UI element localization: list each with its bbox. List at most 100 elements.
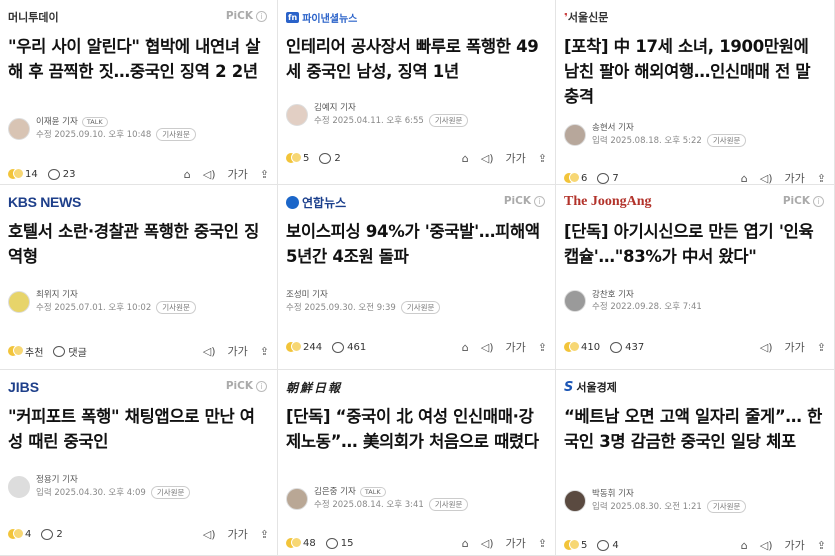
press-logo[interactable]: 연합뉴스 <box>286 193 346 211</box>
original-article-button[interactable]: 기사원문 <box>706 500 747 513</box>
font-size-icon[interactable]: 가가 <box>228 526 248 542</box>
press-logo[interactable]: KBS NEWS <box>8 193 81 211</box>
headline[interactable]: [단독] “중국이 北 여성 인신매매·강제노동”… 美의회가 처음으로 때렸다 <box>286 404 547 454</box>
press-logo[interactable]: S 서울경제 <box>564 378 617 396</box>
news-card[interactable]: The JoongAng PiCK i [단독] 아기시신으로 만든 엽기 '인육… <box>556 185 835 370</box>
font-size-icon[interactable]: 가가 <box>785 537 805 553</box>
headline[interactable]: "우리 사이 알린다" 협박에 내연녀 살해 후 끔찍한 짓…중국인 징역 2 … <box>8 34 269 84</box>
reporter-name[interactable]: 김예지 기자 <box>314 103 356 113</box>
speaker-icon[interactable]: ◁) <box>203 528 216 541</box>
summary-bot-icon[interactable]: ⌂ <box>462 152 469 165</box>
original-article-button[interactable]: 기사원문 <box>706 134 747 147</box>
reaction-button[interactable]: 4 <box>8 528 31 540</box>
comment-button[interactable]: 7 <box>597 172 619 184</box>
share-icon[interactable]: ⇪ <box>260 168 269 181</box>
font-size-icon[interactable]: 가가 <box>506 150 526 166</box>
press-logo[interactable]: ❜ 서울신문 <box>564 8 608 26</box>
speaker-icon[interactable]: ◁) <box>760 172 773 185</box>
original-article-button[interactable]: 기사원문 <box>428 114 469 127</box>
press-logo[interactable]: JIBS <box>8 378 39 396</box>
news-card[interactable]: 연합뉴스 PiCK i 보이스피싱 94%가 '중국발'…피해액 5년간 4조원 … <box>278 185 556 370</box>
headline[interactable]: 호텔서 소란·경찰관 폭행한 중국인 징역형 <box>8 219 269 269</box>
talk-badge[interactable]: TALK <box>359 487 386 497</box>
share-icon[interactable]: ⇪ <box>538 341 547 354</box>
speaker-icon[interactable]: ◁) <box>481 152 494 165</box>
reaction-button[interactable]: 14 <box>8 168 38 180</box>
speaker-icon[interactable]: ◁) <box>760 539 773 552</box>
font-size-icon[interactable]: 가가 <box>506 535 526 551</box>
headline[interactable]: 인테리어 공사장서 빠루로 폭행한 49세 중국인 남성, 징역 1년 <box>286 34 547 84</box>
original-article-button[interactable]: 기사원문 <box>400 301 441 314</box>
info-icon[interactable]: i <box>256 10 267 22</box>
share-icon[interactable]: ⇪ <box>817 172 826 185</box>
share-icon[interactable]: ⇪ <box>817 341 826 354</box>
news-card[interactable]: JIBS PiCK i "커피포트 폭행" 채팅앱으로 만난 여성 때린 중국인 … <box>0 370 278 556</box>
talk-badge[interactable]: TALK <box>81 117 108 127</box>
reporter-name[interactable]: 조성미 기자 <box>286 290 328 300</box>
reaction-button[interactable]: 244 <box>286 341 322 353</box>
press-logo[interactable]: fn 파이낸셜뉴스 <box>286 8 357 26</box>
reporter-name[interactable]: 강찬호 기자 <box>592 290 634 300</box>
share-icon[interactable]: ⇪ <box>538 152 547 165</box>
info-icon[interactable]: i <box>813 195 824 207</box>
original-article-button[interactable]: 기사원문 <box>150 486 191 499</box>
original-article-button[interactable]: 기사원문 <box>156 301 196 314</box>
comment-button[interactable]: 댓글 <box>53 344 87 359</box>
comment-button[interactable]: 15 <box>325 537 353 549</box>
speaker-icon[interactable]: ◁) <box>203 345 216 358</box>
summary-bot-icon[interactable]: ⌂ <box>741 539 748 552</box>
headline[interactable]: [단독] 아기시신으로 만든 엽기 '인육캡슐'…"83%가 中서 왔다" <box>564 219 826 269</box>
comment-button[interactable]: 437 <box>610 341 644 353</box>
summary-bot-icon[interactable]: ⌂ <box>462 537 469 550</box>
share-icon[interactable]: ⇪ <box>260 528 269 541</box>
reaction-button[interactable]: 410 <box>564 341 600 353</box>
press-logo[interactable]: The JoongAng <box>564 193 652 211</box>
font-size-icon[interactable]: 가가 <box>785 339 805 355</box>
comment-button[interactable]: 4 <box>597 539 619 551</box>
reaction-button[interactable]: 6 <box>564 172 587 184</box>
headline[interactable]: [포착] 中 17세 소녀, 1900만원에 남친 팔아 해외여행…인신매매 전… <box>564 34 826 109</box>
comment-button[interactable]: 461 <box>332 341 366 353</box>
summary-bot-icon[interactable]: ⌂ <box>741 172 748 185</box>
speaker-icon[interactable]: ◁) <box>760 341 773 354</box>
press-logo[interactable]: 머니투데이 <box>8 8 59 26</box>
reporter-name[interactable]: 이재윤 기자 <box>36 117 78 127</box>
headline[interactable]: "커피포트 폭행" 채팅앱으로 만난 여성 때린 중국인 <box>8 404 269 454</box>
headline[interactable]: 보이스피싱 94%가 '중국발'…피해액 5년간 4조원 돌파 <box>286 219 547 269</box>
font-size-icon[interactable]: 가가 <box>228 343 248 359</box>
headline[interactable]: “베트남 오면 고액 일자리 줄게”… 한국인 3명 감금한 중국인 일당 체포 <box>564 404 826 454</box>
original-article-button[interactable]: 기사원문 <box>428 498 469 511</box>
font-size-icon[interactable]: 가가 <box>785 170 805 184</box>
news-card[interactable]: 머니투데이 PiCK i "우리 사이 알린다" 협박에 내연녀 살해 후 끔찍한… <box>0 0 278 185</box>
press-logo[interactable]: 朝鮮日報 <box>286 378 342 396</box>
font-size-icon[interactable]: 가가 <box>228 166 248 182</box>
share-icon[interactable]: ⇪ <box>260 345 269 358</box>
reaction-button[interactable]: 5 <box>564 539 587 551</box>
summary-bot-icon[interactable]: ⌂ <box>462 341 469 354</box>
speaker-icon[interactable]: ◁) <box>203 168 216 181</box>
speaker-icon[interactable]: ◁) <box>481 537 494 550</box>
news-card[interactable]: fn 파이낸셜뉴스 인테리어 공사장서 빠루로 폭행한 49세 중국인 남성, 징… <box>278 0 556 185</box>
reaction-button[interactable]: 5 <box>286 152 309 164</box>
share-icon[interactable]: ⇪ <box>817 539 826 552</box>
news-card[interactable]: KBS NEWS 호텔서 소란·경찰관 폭행한 중국인 징역형 최위지 기자 수… <box>0 185 278 370</box>
comment-button[interactable]: 23 <box>47 168 75 180</box>
recommend-button[interactable]: 추천 <box>8 344 43 359</box>
share-icon[interactable]: ⇪ <box>538 537 547 550</box>
news-card[interactable]: 朝鮮日報 [단독] “중국이 北 여성 인신매매·강제노동”… 美의회가 처음으… <box>278 370 556 556</box>
reaction-button[interactable]: 48 <box>286 537 316 549</box>
news-card[interactable]: ❜ 서울신문 [포착] 中 17세 소녀, 1900만원에 남친 팔아 해외여행…… <box>556 0 835 185</box>
news-card[interactable]: S 서울경제 “베트남 오면 고액 일자리 줄게”… 한국인 3명 감금한 중국인… <box>556 370 835 556</box>
reporter-name[interactable]: 정용기 기자 <box>36 475 78 485</box>
reporter-name[interactable]: 김은중 기자 <box>314 487 356 497</box>
speaker-icon[interactable]: ◁) <box>481 341 494 354</box>
comment-button[interactable]: 2 <box>41 528 63 540</box>
info-icon[interactable]: i <box>256 380 267 392</box>
reporter-name[interactable]: 박동휘 기자 <box>592 489 634 499</box>
original-article-button[interactable]: 기사원문 <box>156 128 196 141</box>
comment-button[interactable]: 2 <box>319 152 341 164</box>
info-icon[interactable]: i <box>534 195 545 207</box>
reporter-name[interactable]: 최위지 기자 <box>36 290 78 300</box>
font-size-icon[interactable]: 가가 <box>506 339 526 355</box>
summary-bot-icon[interactable]: ⌂ <box>184 168 191 181</box>
